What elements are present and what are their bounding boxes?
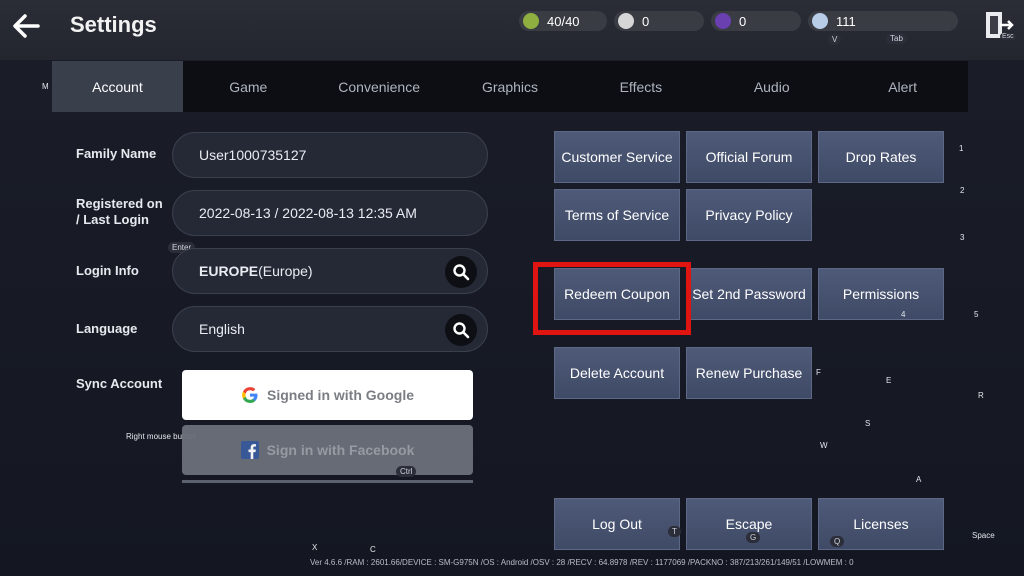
- tab-account[interactable]: Account: [52, 61, 183, 112]
- official-forum-button[interactable]: Official Forum: [686, 131, 812, 183]
- language-label: Language: [76, 321, 138, 336]
- registered-label-line2: / Last Login: [76, 212, 149, 227]
- key-hint-space: Space: [972, 531, 995, 540]
- crystal-value: 111: [836, 13, 856, 29]
- privacy-policy-button[interactable]: Privacy Policy: [686, 189, 812, 241]
- stamina-icon: [523, 13, 539, 29]
- key-hint-esc: Esc: [1000, 33, 1016, 40]
- silver-coin-icon: [618, 13, 634, 29]
- key-hint-g: G: [746, 532, 761, 543]
- key-hint-tab: Tab: [886, 33, 907, 44]
- crystal-counter: 111: [808, 11, 958, 31]
- drop-rates-button[interactable]: Drop Rates: [818, 131, 944, 183]
- login-info-label: Login Info: [76, 263, 139, 278]
- stamina-counter: 40/40: [519, 11, 607, 31]
- family-name-label: Family Name: [76, 146, 157, 161]
- facebook-sign-in-button[interactable]: Sign in with Facebook: [182, 425, 473, 475]
- key-hint-w: W: [820, 441, 828, 450]
- key-hint-ctrl: Ctrl: [396, 466, 417, 477]
- pearl-value: 0: [739, 13, 747, 29]
- back-arrow-icon[interactable]: [8, 8, 44, 44]
- language-value: English: [199, 321, 245, 337]
- language-search-button[interactable]: [445, 314, 477, 346]
- facebook-sign-in-label: Sign in with Facebook: [266, 442, 415, 458]
- permissions-button[interactable]: Permissions: [818, 268, 944, 320]
- list-scroll-edge: [182, 480, 473, 483]
- customer-service-button[interactable]: Customer Service: [554, 131, 680, 183]
- tab-graphics[interactable]: Graphics: [445, 61, 576, 112]
- key-hint-s: S: [865, 419, 871, 428]
- key-hint-q: Q: [830, 536, 845, 547]
- set-2nd-password-button[interactable]: Set 2nd Password: [686, 268, 812, 320]
- google-sign-in-label: Signed in with Google: [267, 387, 414, 403]
- tab-convenience[interactable]: Convenience: [314, 61, 445, 112]
- delete-account-button[interactable]: Delete Account: [554, 347, 680, 399]
- facebook-logo-icon: [240, 441, 259, 459]
- redeem-coupon-highlight: [533, 262, 691, 335]
- login-region-code: EUROPE: [199, 263, 259, 279]
- family-name-field: User1000735127: [172, 132, 488, 178]
- registered-value: 2022-08-13 / 2022-08-13 12:35 AM: [199, 205, 417, 221]
- sync-account-label: Sync Account: [76, 376, 163, 391]
- key-hint-t: T: [668, 526, 681, 537]
- key-hint-c: C: [370, 545, 376, 554]
- login-region-name: (Europe): [258, 263, 313, 279]
- key-hint-4: 4: [901, 310, 906, 319]
- login-info-field: EUROPE (Europe): [172, 248, 488, 294]
- silver-counter: 0: [614, 11, 704, 31]
- log-out-button[interactable]: Log Out: [554, 498, 680, 550]
- version-info: Ver 4.6.6 /RAM : 2601.66/DEVICE : SM-G97…: [310, 558, 854, 567]
- pearl-icon: [715, 13, 731, 29]
- registered-label: Registered on / Last Login: [76, 196, 163, 228]
- key-hint-3: 3: [960, 233, 965, 242]
- key-hint-f: F: [816, 368, 821, 377]
- key-hint-1: 1: [959, 144, 964, 153]
- tab-effects[interactable]: Effects: [575, 61, 706, 112]
- tab-audio[interactable]: Audio: [706, 61, 837, 112]
- family-name-value: User1000735127: [199, 147, 307, 163]
- key-hint-a: A: [916, 475, 922, 484]
- terms-of-service-button[interactable]: Terms of Service: [554, 189, 680, 241]
- key-hint-r: R: [978, 391, 984, 400]
- search-icon: [453, 322, 470, 339]
- key-hint-5: 5: [974, 310, 979, 319]
- google-logo-icon: [242, 387, 258, 403]
- key-hint-2: 2: [960, 186, 965, 195]
- login-search-button[interactable]: [445, 256, 477, 288]
- stamina-value: 40/40: [547, 13, 580, 29]
- tab-bar: Account Game Convenience Graphics Effect…: [52, 61, 968, 112]
- page-title: Settings: [70, 12, 157, 37]
- google-sign-in-button[interactable]: Signed in with Google: [182, 370, 473, 420]
- key-hint-v: V: [828, 34, 842, 45]
- language-field: English: [172, 306, 488, 352]
- pearl-counter: 0: [711, 11, 801, 31]
- key-hint-x: X: [312, 543, 318, 552]
- tab-game[interactable]: Game: [183, 61, 314, 112]
- silver-value: 0: [642, 13, 650, 29]
- renew-purchase-button[interactable]: Renew Purchase: [686, 347, 812, 399]
- registered-field: 2022-08-13 / 2022-08-13 12:35 AM: [172, 190, 488, 236]
- search-icon: [453, 264, 470, 281]
- registered-label-line1: Registered on: [76, 196, 163, 211]
- crystal-icon: [812, 13, 828, 29]
- tab-alert[interactable]: Alert: [837, 61, 968, 112]
- key-hint-m: M: [42, 82, 49, 91]
- key-hint-e: E: [886, 376, 892, 385]
